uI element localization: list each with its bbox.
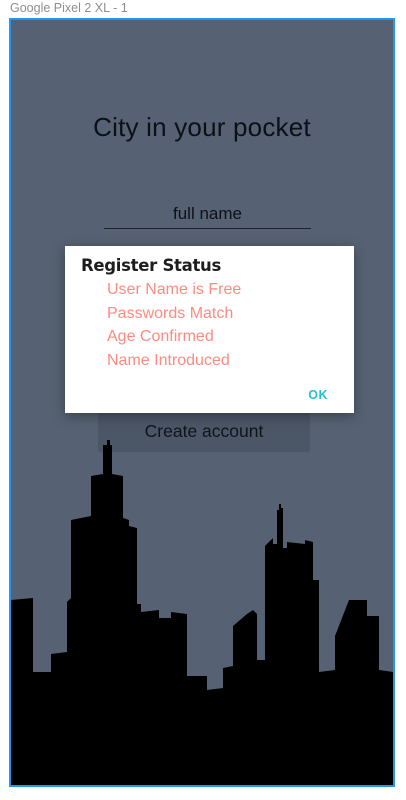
status-item-age: Age Confirmed [107,328,214,345]
dialog-title: Register Status [81,256,222,275]
device-frame: City in your pocket full name Create acc… [9,18,395,787]
status-item-name: Name Introduced [107,351,230,369]
artboard-label: Google Pixel 2 XL - 1 [10,1,128,15]
register-status-dialog: Register Status User Name is Free Passwo… [65,246,354,413]
app-screen: City in your pocket full name Create acc… [11,20,393,785]
status-item-username: User Name is Free [107,281,242,298]
ok-button[interactable]: OK [308,388,328,402]
status-list: User Name is Free Passwords Match Age Co… [107,278,241,372]
status-item-passwords: Passwords Match [107,304,234,322]
